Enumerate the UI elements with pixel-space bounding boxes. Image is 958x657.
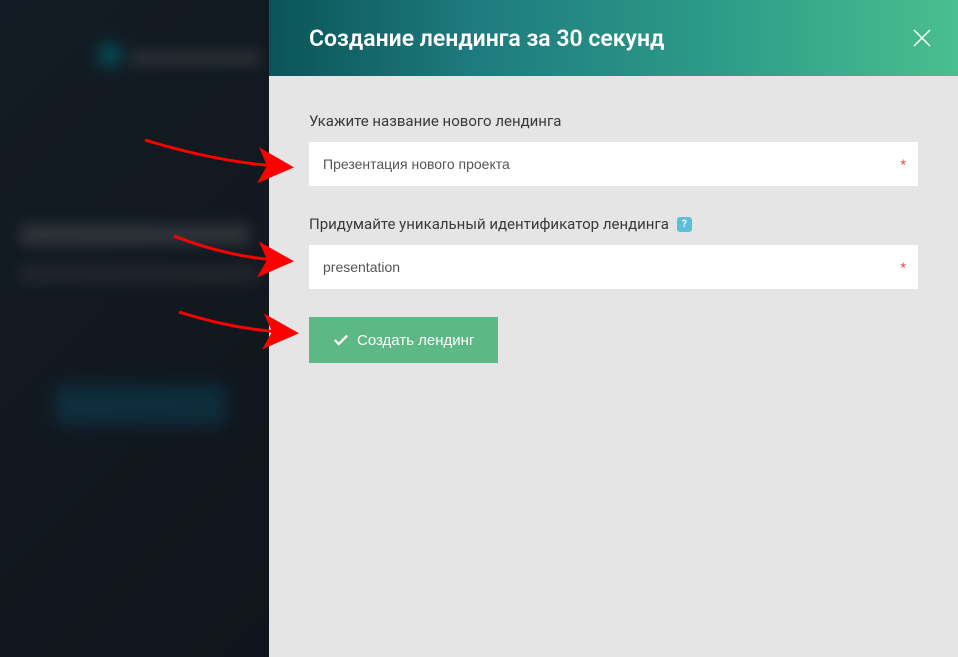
identifier-input[interactable]: [309, 245, 918, 289]
submit-button-label: Создать лендинг: [357, 332, 474, 349]
identifier-label-row: Придумайте уникальный идентификатор ленд…: [309, 214, 918, 233]
backdrop-overlay: [0, 0, 270, 657]
required-indicator: *: [900, 261, 906, 276]
identifier-input-wrapper: *: [309, 245, 918, 289]
close-icon: [910, 26, 934, 50]
modal-title: Создание лендинга за 30 секунд: [309, 25, 664, 52]
help-icon[interactable]: ?: [677, 217, 692, 232]
name-input-wrapper: *: [309, 142, 918, 186]
modal-header: Создание лендинга за 30 секунд: [269, 0, 958, 76]
name-input[interactable]: [309, 142, 918, 186]
required-indicator: *: [900, 158, 906, 173]
create-landing-button[interactable]: Создать лендинг: [309, 317, 498, 363]
identifier-label: Придумайте уникальный идентификатор ленд…: [309, 215, 669, 233]
modal-body: Укажите название нового лендинга * Приду…: [269, 76, 958, 399]
create-landing-modal: Создание лендинга за 30 секунд Укажите н…: [269, 0, 958, 657]
close-button[interactable]: [906, 22, 938, 54]
checkmark-icon: [333, 333, 349, 347]
identifier-field-group: Придумайте уникальный идентификатор ленд…: [309, 214, 918, 289]
name-field-group: Укажите название нового лендинга *: [309, 112, 918, 186]
name-label: Укажите название нового лендинга: [309, 112, 918, 130]
